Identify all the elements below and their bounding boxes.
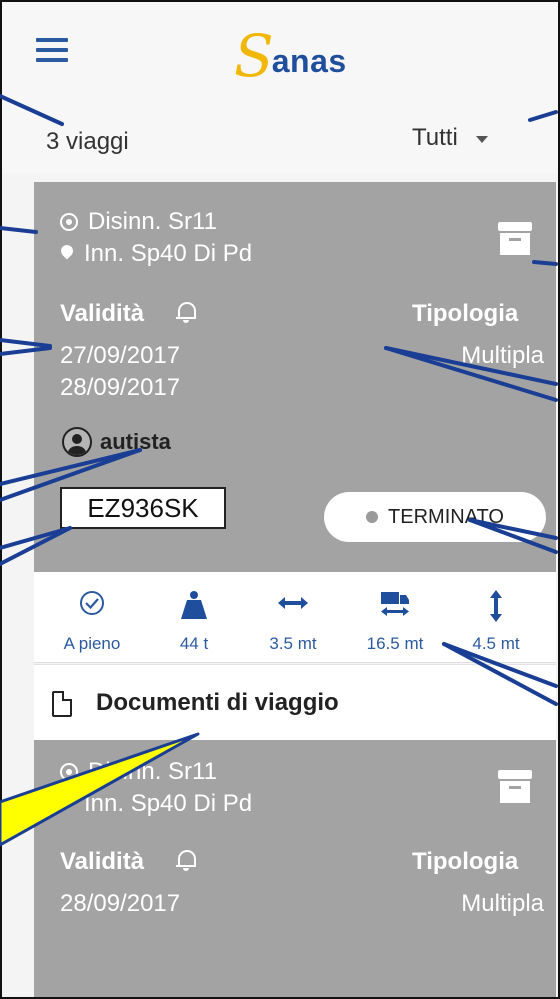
location-pin-icon [60, 245, 74, 263]
spec-load: A pieno [44, 572, 140, 662]
route-destination: Inn. Sp40 Di Pd [60, 240, 252, 268]
archive-icon[interactable] [498, 770, 532, 804]
truck-length-icon [381, 592, 409, 616]
validity-label: Validità [60, 300, 145, 327]
width-arrows-icon [278, 597, 308, 609]
logo-text: anas [271, 43, 347, 79]
validity-label: Validità [60, 848, 145, 875]
status-dot-icon [366, 511, 379, 523]
destination-text: Inn. Sp40 Di Pd [84, 240, 253, 267]
trip-filter-select[interactable]: Tutti [412, 124, 488, 152]
spec-load-value: A pieno [63, 634, 121, 653]
trip-card[interactable]: Disinn. Sr11 Inn. Sp40 Di Pd Validità Ti… [34, 740, 556, 997]
filter-bar: 3 viaggi Tutti [2, 94, 558, 174]
filter-selected-value: Tutti [412, 124, 458, 151]
app-screen: S anas 3 viaggi Tutti Disinn. Sr11 Inn. … [0, 0, 560, 999]
spec-weight-value: 44 t [179, 634, 209, 653]
documents-label: Documenti di viaggio [96, 689, 339, 716]
status-text: TERMINATO [388, 505, 504, 528]
spec-height: 4.5 mt [448, 572, 544, 662]
route-origin: Disinn. Sr11 [60, 758, 217, 786]
logo-mark: S [234, 22, 274, 90]
destination-text: Inn. Sp40 Di Pd [84, 790, 253, 817]
trip-card[interactable]: Disinn. Sr11 Inn. Sp40 Di Pd Validità Ti… [34, 182, 556, 572]
height-arrows-icon [490, 590, 502, 622]
driver: autista [62, 427, 171, 457]
avatar-icon [62, 427, 92, 457]
origin-text: Disinn. Sr11 [88, 758, 217, 785]
trip-count: 3 viaggi [46, 128, 129, 155]
spec-height-value: 4.5 mt [472, 634, 520, 653]
bell-icon[interactable] [176, 850, 196, 872]
type-value: Multipla [461, 342, 544, 369]
validity-date-start: 28/09/2017 [60, 890, 181, 917]
anas-logo: S anas [234, 22, 347, 90]
origin-icon [60, 763, 78, 781]
origin-icon [60, 213, 78, 231]
bell-icon[interactable] [176, 302, 196, 324]
route-origin: Disinn. Sr11 [60, 208, 217, 236]
type-label: Tipologia [412, 300, 519, 327]
status-badge[interactable]: TERMINATO [324, 492, 546, 542]
route-destination: Inn. Sp40 Di Pd [60, 790, 252, 818]
type-value: Multipla [461, 890, 544, 917]
origin-text: Disinn. Sr11 [88, 208, 217, 235]
hamburger-icon[interactable] [36, 38, 68, 62]
license-plate: EZ936SK [60, 487, 226, 529]
vehicle-specs-row: A pieno 44 t 3.5 mt 16.5 mt 4.5 mt [34, 572, 556, 663]
spec-width: 3.5 mt [245, 572, 341, 662]
caret-down-icon [475, 135, 488, 143]
location-pin-icon [60, 795, 74, 813]
type-label: Tipologia [412, 848, 519, 875]
spec-width-value: 3.5 mt [269, 634, 317, 653]
spec-length-value: 16.5 mt [366, 634, 424, 653]
top-app-bar: S anas [2, 2, 558, 95]
validity-date-end: 28/09/2017 [60, 374, 181, 401]
weight-icon [181, 591, 207, 619]
spec-weight: 44 t [146, 572, 242, 662]
spec-length: 16.5 mt [347, 572, 443, 662]
archive-icon[interactable] [498, 222, 532, 256]
travel-documents-button[interactable]: Documenti di viaggio [34, 664, 556, 745]
validity-date-start: 27/09/2017 [60, 342, 181, 369]
document-icon [52, 691, 72, 717]
driver-name: autista [100, 429, 171, 454]
check-circle-icon [80, 591, 104, 615]
